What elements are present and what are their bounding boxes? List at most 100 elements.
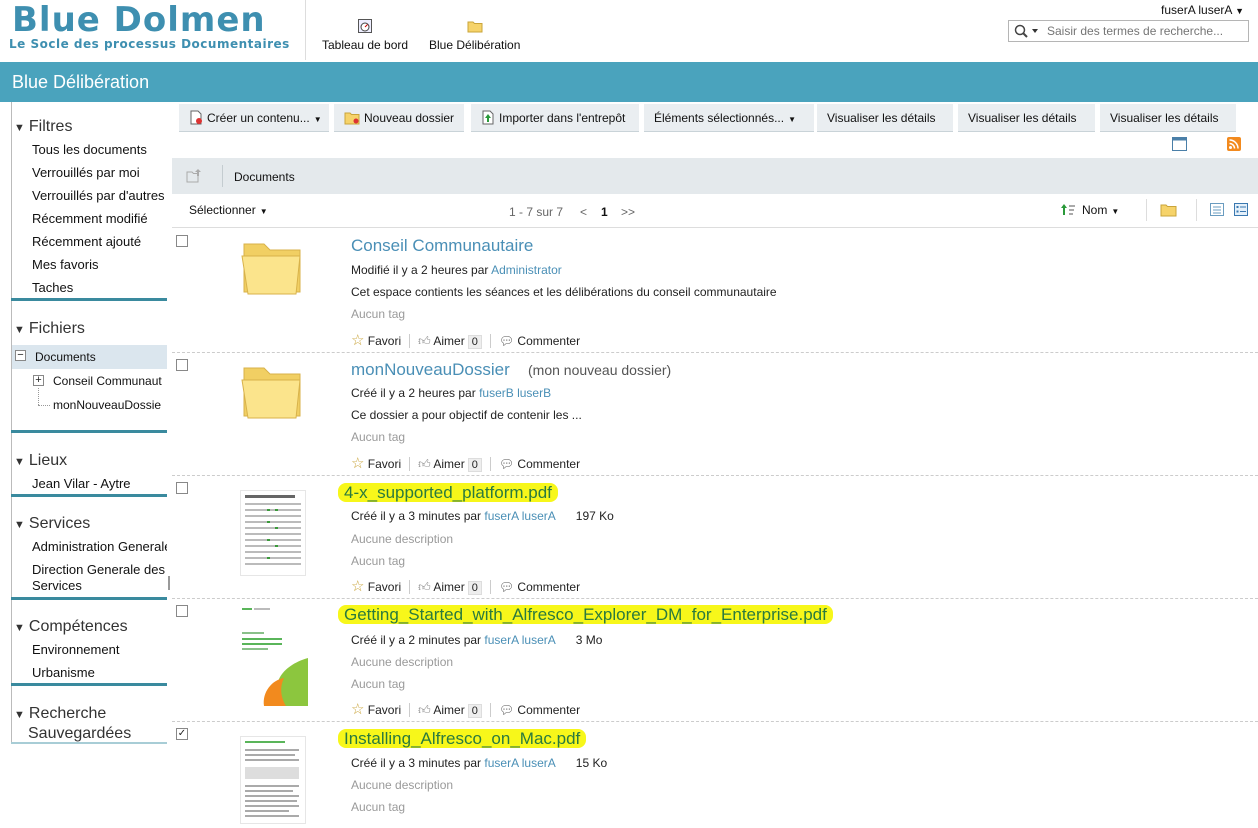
service-direction-line2[interactable]: Services bbox=[32, 578, 82, 593]
like-action[interactable]: 👍︎ Aimer 0 bbox=[418, 580, 482, 595]
new-folder-button[interactable]: Nouveau dossier bbox=[334, 104, 464, 132]
item-title[interactable]: 4-x_supported_platform.pdf bbox=[338, 483, 558, 503]
item-title[interactable]: monNouveauDossier bbox=[351, 360, 510, 380]
filter-my-favorites[interactable]: Mes favoris bbox=[32, 257, 98, 272]
select-menu[interactable]: Sélectionner ▼ bbox=[189, 203, 268, 217]
folder-thumbnail-icon[interactable] bbox=[240, 360, 306, 420]
item-size: 3 Mo bbox=[575, 633, 603, 647]
list-header-divider bbox=[1146, 199, 1147, 221]
pdf-thumbnail[interactable] bbox=[240, 490, 306, 576]
comment-action[interactable]: 💬︎ Commenter bbox=[499, 334, 580, 348]
like-action[interactable]: 👍︎ Aimer 0 bbox=[418, 334, 482, 349]
view-details-button-3[interactable]: Visualiser les détails bbox=[1100, 104, 1236, 132]
favorite-action[interactable]: ☆ Favori bbox=[351, 701, 401, 718]
favorite-action[interactable]: ☆ Favori bbox=[351, 455, 401, 472]
comment-action[interactable]: 💬︎ Commenter bbox=[499, 580, 580, 594]
comment-action[interactable]: 💬︎ Commenter bbox=[499, 457, 580, 471]
item-title[interactable]: Conseil Communautaire bbox=[351, 236, 533, 256]
show-folders-icon[interactable] bbox=[1160, 203, 1177, 217]
search-box[interactable] bbox=[1008, 20, 1249, 42]
item-meta: Créé il y a 3 minutes par fuserA luserA 1… bbox=[351, 509, 614, 523]
sort-field-menu[interactable]: Nom ▼ bbox=[1082, 203, 1119, 217]
nav-dashboard[interactable]: Tableau de bord bbox=[322, 18, 408, 52]
tree-item-documents[interactable]: Documents bbox=[35, 350, 96, 364]
detailed-view-icon[interactable] bbox=[1234, 203, 1248, 216]
favorite-action[interactable]: ☆ Favori bbox=[351, 332, 401, 349]
services-header[interactable]: ▼ Services bbox=[14, 515, 90, 533]
star-icon: ☆ bbox=[351, 455, 365, 472]
item-description: Aucune description bbox=[351, 655, 454, 669]
next-page-link[interactable]: >> bbox=[621, 205, 635, 219]
tree-item-conseil[interactable]: Conseil Communaut bbox=[53, 374, 167, 388]
item-description: Cet espace contients les séances et les … bbox=[351, 285, 777, 299]
like-label: Aimer bbox=[433, 580, 465, 594]
left-panel-border bbox=[11, 102, 12, 742]
tree-item-mon-nouveau-dossier[interactable]: monNouveauDossie bbox=[53, 398, 167, 412]
service-direction[interactable]: Direction Generale des bbox=[32, 562, 167, 577]
view-details-button-2[interactable]: Visualiser les détails bbox=[958, 104, 1095, 132]
sort-ascending-icon[interactable] bbox=[1060, 203, 1076, 216]
filter-all-documents[interactable]: Tous les documents bbox=[32, 142, 147, 157]
rss-icon[interactable] bbox=[1227, 137, 1241, 151]
place-jean-vilar[interactable]: Jean Vilar - Aytre bbox=[32, 476, 131, 491]
search-icon[interactable] bbox=[1014, 24, 1042, 39]
header-divider bbox=[305, 0, 306, 60]
comment-action[interactable]: 💬︎ Commenter bbox=[499, 703, 580, 717]
item-author-link[interactable]: fuserA luserA bbox=[484, 633, 555, 647]
item-author-link[interactable]: Administrator bbox=[491, 263, 562, 277]
nav-site[interactable]: Blue Délibération bbox=[429, 18, 520, 52]
item-title[interactable]: Installing_Alfresco_on_Mac.pdf bbox=[338, 729, 587, 749]
prev-page-link[interactable]: < bbox=[580, 205, 587, 219]
fullscreen-icon[interactable] bbox=[1172, 137, 1187, 151]
current-page[interactable]: 1 bbox=[601, 205, 608, 219]
filter-tasks[interactable]: Taches bbox=[32, 280, 73, 295]
sort-field-label: Nom bbox=[1082, 203, 1108, 217]
filter-recently-modified[interactable]: Récemment modifié bbox=[32, 211, 148, 226]
row-checkbox[interactable] bbox=[176, 605, 188, 617]
item-author-link[interactable]: fuserB luserB bbox=[479, 386, 551, 400]
section-divider bbox=[11, 494, 167, 497]
search-input[interactable] bbox=[1047, 23, 1245, 39]
item-title[interactable]: Getting_Started_with_Alfresco_Explorer_D… bbox=[338, 605, 833, 625]
row-checkbox[interactable] bbox=[176, 359, 188, 371]
like-count: 0 bbox=[467, 704, 482, 718]
resize-handle[interactable] bbox=[168, 576, 170, 590]
like-action[interactable]: 👍︎ Aimer 0 bbox=[418, 457, 482, 472]
import-button[interactable]: Importer dans l'entrepôt bbox=[471, 104, 639, 132]
skill-urbanisme[interactable]: Urbanisme bbox=[32, 665, 95, 680]
filter-locked-by-me[interactable]: Verrouillés par moi bbox=[32, 165, 140, 180]
selected-items-label: Éléments sélectionnés... bbox=[654, 111, 785, 125]
places-header[interactable]: ▼ Lieux bbox=[14, 452, 67, 470]
files-header[interactable]: ▼ Fichiers bbox=[14, 320, 85, 338]
favorite-action[interactable]: ☆ Favori bbox=[351, 578, 401, 595]
service-administration[interactable]: Administration Generale bbox=[32, 539, 167, 554]
like-action[interactable]: 👍︎ Aimer 0 bbox=[418, 703, 482, 718]
row-checkbox-checked[interactable]: ✓ bbox=[176, 728, 188, 740]
tree-expand-icon[interactable]: + bbox=[33, 375, 44, 386]
user-menu[interactable]: fuserA luserA ▼ bbox=[1161, 3, 1244, 17]
selected-items-button[interactable]: Éléments sélectionnés... ▼ bbox=[644, 104, 814, 132]
tree-collapse-icon[interactable]: − bbox=[15, 350, 26, 361]
filter-recently-added[interactable]: Récemment ajouté bbox=[32, 234, 141, 249]
saved-search-header[interactable]: ▼ Recherche bbox=[14, 705, 106, 723]
filter-locked-by-others[interactable]: Verrouillés par d'autres bbox=[32, 188, 165, 203]
logo-title[interactable]: Blue Dolmen bbox=[12, 0, 266, 40]
pdf-thumbnail[interactable] bbox=[240, 606, 308, 706]
row-checkbox[interactable] bbox=[176, 235, 188, 247]
folder-up-icon[interactable] bbox=[186, 168, 204, 183]
action-divider bbox=[489, 703, 491, 717]
filters-header[interactable]: ▼ Filtres bbox=[14, 118, 72, 136]
row-separator bbox=[172, 475, 1258, 476]
simple-view-icon[interactable] bbox=[1210, 203, 1224, 216]
skills-header[interactable]: ▼ Compétences bbox=[14, 618, 128, 636]
folder-thumbnail-icon[interactable] bbox=[240, 236, 306, 296]
comment-icon: 💬︎ bbox=[498, 334, 515, 348]
skill-environnement[interactable]: Environnement bbox=[32, 642, 119, 657]
action-divider bbox=[409, 457, 411, 471]
create-content-button[interactable]: Créer un contenu... ▼ bbox=[179, 104, 329, 132]
item-author-link[interactable]: fuserA luserA bbox=[484, 756, 555, 770]
item-author-link[interactable]: fuserA luserA bbox=[484, 509, 555, 523]
view-details-button-1[interactable]: Visualiser les détails bbox=[817, 104, 953, 132]
pdf-thumbnail[interactable] bbox=[240, 736, 306, 824]
row-checkbox[interactable] bbox=[176, 482, 188, 494]
